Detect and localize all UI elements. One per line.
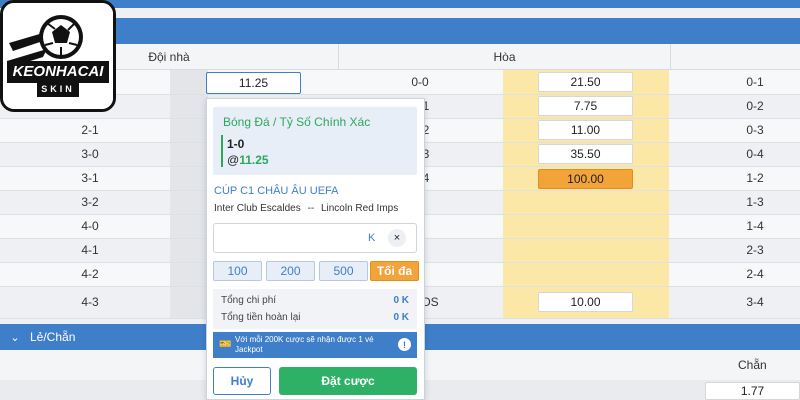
odd-button[interactable]: 21.50 bbox=[538, 72, 633, 92]
away-score: 1-2 bbox=[746, 171, 764, 185]
even-odd-button[interactable]: 1.77 bbox=[705, 382, 800, 400]
market-name: Bóng Đá / Tỷ Số Chính Xác bbox=[223, 115, 371, 129]
jackpot-promo: 🎫 Với mỗi 200K cược sẽ nhận được 1 vé Ja… bbox=[213, 332, 417, 358]
stake-input[interactable]: K × bbox=[213, 223, 417, 253]
max-stake-button[interactable]: Tối đa bbox=[370, 261, 419, 281]
total-return-label: Tổng tiền hoàn lại bbox=[221, 312, 301, 323]
away-score: 2-4 bbox=[746, 267, 764, 281]
correct-score-section-header[interactable] bbox=[0, 18, 800, 44]
selection-card: Bóng Đá / Tỷ Số Chính Xác 1-0 @11.25 bbox=[213, 107, 417, 175]
away-score: 1-3 bbox=[746, 195, 764, 209]
info-icon[interactable]: ! bbox=[398, 338, 411, 351]
column-even: Chẵn bbox=[738, 358, 767, 372]
quick-stake-100[interactable]: 100 bbox=[213, 261, 262, 281]
promo-text: Với mỗi 200K cược sẽ nhận được 1 vé Jack… bbox=[235, 335, 374, 354]
away-score: 2-3 bbox=[746, 243, 764, 257]
home-score: 4-2 bbox=[81, 267, 99, 281]
away-score: 1-4 bbox=[746, 219, 764, 233]
away-score: 0-4 bbox=[746, 147, 764, 161]
section-title: Lẻ/Chẵn bbox=[30, 330, 76, 344]
total-cost-label: Tổng chi phí bbox=[221, 295, 277, 306]
home-score: 3-2 bbox=[81, 195, 99, 209]
home-score: 3-1 bbox=[81, 171, 99, 185]
clear-icon[interactable]: × bbox=[388, 229, 406, 247]
home-score: 3-0 bbox=[81, 147, 99, 161]
column-away bbox=[670, 44, 800, 70]
chevron-down-icon: ⌄ bbox=[10, 331, 20, 344]
away-score: 0-1 bbox=[746, 75, 764, 89]
away-score: 0-3 bbox=[746, 123, 764, 137]
logo-subtext: SKIN bbox=[41, 84, 75, 94]
selected-score: 1-0 bbox=[227, 137, 245, 151]
match-teams: Inter Club Escaldes -- Lincoln Red Imps bbox=[214, 203, 399, 214]
away-score: 0-2 bbox=[746, 99, 764, 113]
quick-stake-200[interactable]: 200 bbox=[266, 261, 315, 281]
total-cost-value: 0 K bbox=[393, 295, 409, 306]
odd-button[interactable]: 7.75 bbox=[538, 96, 633, 116]
cancel-button[interactable]: Hủy bbox=[213, 367, 271, 395]
top-strip bbox=[0, 0, 800, 8]
home-score: 4-3 bbox=[81, 295, 99, 309]
totals-panel: Tổng chi phí 0 K Tổng tiền hoàn lại 0 K bbox=[213, 289, 417, 329]
place-bet-button[interactable]: Đặt cược bbox=[279, 367, 417, 395]
competition-name: CÚP C1 CHÂU ÂU UEFA bbox=[214, 185, 339, 197]
odd-button[interactable]: 10.00 bbox=[538, 292, 633, 312]
column-draw: Hòa bbox=[338, 44, 670, 70]
stake-unit: K bbox=[368, 232, 376, 244]
site-logo[interactable]: KEONHACAI SKIN bbox=[0, 0, 116, 112]
away-score: 3-4 bbox=[746, 295, 764, 309]
ticket-icon: 🎫 bbox=[219, 339, 232, 350]
quick-stake-500[interactable]: 500 bbox=[319, 261, 368, 281]
odd-button[interactable]: 11.00 bbox=[538, 120, 633, 140]
selected-odd-button[interactable]: 11.25 bbox=[206, 72, 301, 94]
odd-button[interactable]: 35.50 bbox=[538, 144, 633, 164]
draw-score: 0-0 bbox=[411, 75, 429, 89]
home-score: 4-0 bbox=[81, 219, 99, 233]
logo-text: KEONHACAI bbox=[12, 63, 104, 80]
home-score: 4-1 bbox=[81, 243, 99, 257]
bet-slip: Bóng Đá / Tỷ Số Chính Xác 1-0 @11.25 CÚP… bbox=[206, 98, 425, 400]
home-score: 2-1 bbox=[81, 123, 99, 137]
total-return-value: 0 K bbox=[393, 312, 409, 323]
home-odds-column bbox=[170, 70, 208, 318]
odd-button-selected[interactable]: 100.00 bbox=[538, 169, 633, 189]
selected-odd: @11.25 bbox=[227, 153, 269, 167]
